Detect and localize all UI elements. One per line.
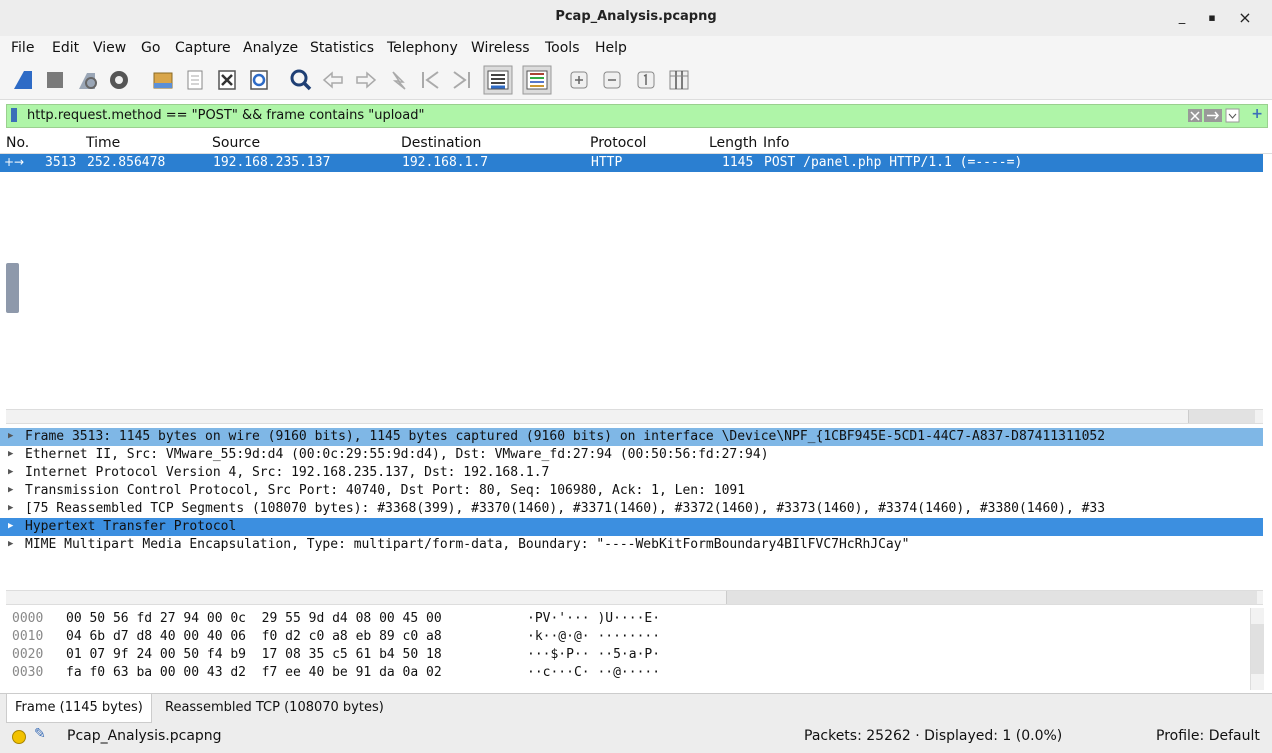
expand-arrow-icon[interactable]: ▶	[8, 485, 13, 495]
main-toolbar	[0, 61, 1272, 100]
menu-edit[interactable]: Edit	[52, 40, 79, 56]
expert-info-icon[interactable]	[12, 730, 26, 744]
normal-size-icon[interactable]	[633, 67, 659, 93]
menu-help[interactable]: Help	[595, 40, 627, 56]
packet-list-hscrollbar[interactable]	[6, 409, 1263, 424]
column-no[interactable]: No.	[6, 135, 29, 151]
add-filter-button-icon[interactable]: +	[1251, 106, 1263, 122]
go-last-packet-icon[interactable]	[449, 67, 475, 93]
go-to-packet-icon[interactable]	[385, 67, 411, 93]
packet-no: 3513	[45, 155, 77, 170]
menu-statistics[interactable]: Statistics	[310, 40, 374, 56]
status-bar: ✎ Pcap_Analysis.pcapng Packets: 25262 · …	[0, 723, 1272, 753]
zoom-in-icon[interactable]	[566, 67, 592, 93]
minimize-button[interactable]: _	[1172, 8, 1192, 28]
save-file-icon[interactable]	[182, 67, 208, 93]
expand-arrow-icon[interactable]: ▶	[8, 521, 13, 531]
maximize-button[interactable]: ▪	[1202, 8, 1222, 28]
zoom-out-icon[interactable]	[599, 67, 625, 93]
expand-arrow-icon[interactable]: ▶	[8, 503, 13, 513]
packet-list-header: No. Time Source Destination Protocol Len…	[0, 133, 1272, 154]
column-info[interactable]: Info	[763, 135, 790, 151]
scroll-thumb[interactable]	[726, 591, 1257, 604]
find-packet-icon[interactable]	[288, 67, 314, 93]
auto-scroll-icon[interactable]	[483, 65, 513, 95]
detail-frame[interactable]: ▶ Frame 3513: 1145 bytes on wire (9160 bi…	[0, 428, 1263, 446]
go-first-packet-icon[interactable]	[417, 67, 443, 93]
tab-reassembled-tcp[interactable]: Reassembled TCP (108070 bytes)	[157, 694, 392, 722]
colorize-icon[interactable]	[522, 65, 552, 95]
close-button[interactable]: ×	[1235, 8, 1255, 28]
menu-file[interactable]: File	[11, 40, 34, 56]
menu-go[interactable]: Go	[141, 40, 160, 56]
scroll-thumb[interactable]	[1188, 410, 1255, 423]
filter-bookmark-icon[interactable]	[11, 108, 17, 122]
details-hscrollbar[interactable]	[6, 590, 1263, 605]
close-file-icon[interactable]	[214, 67, 240, 93]
packet-info: POST /panel.php HTTP/1.1 (=----=)	[764, 155, 1023, 170]
hex-vscrollbar[interactable]	[1250, 608, 1264, 690]
menu-analyze[interactable]: Analyze	[243, 40, 298, 56]
column-length[interactable]: Length	[709, 135, 757, 151]
packet-length: 1145	[722, 155, 754, 170]
scroll-thumb[interactable]	[1251, 624, 1264, 674]
window-title: Pcap_Analysis.pcapng	[555, 9, 717, 24]
packet-destination: 192.168.1.7	[402, 155, 489, 170]
packet-details-pane: ▶ Frame 3513: 1145 bytes on wire (9160 bi…	[0, 428, 1263, 588]
packet-bytes-pane: 0000 00 50 56 fd 27 94 00 0c 29 55 9d d4 …	[12, 611, 661, 680]
detail-mime[interactable]: ▶ MIME Multipart Media Encapsulation, Typ…	[0, 536, 1263, 554]
detail-http[interactable]: ▶ Hypertext Transfer Protocol	[0, 518, 1263, 536]
menu-capture[interactable]: Capture	[175, 40, 231, 56]
column-protocol[interactable]: Protocol	[590, 135, 646, 151]
reload-file-icon[interactable]	[246, 67, 272, 93]
display-filter-input[interactable]: http.request.method == "POST" && frame c…	[27, 108, 424, 123]
related-packet-arrow-icon: +→	[4, 155, 25, 169]
window-titlebar: Pcap_Analysis.pcapng _ ▪ ×	[0, 0, 1272, 37]
detail-ethernet[interactable]: ▶ Ethernet II, Src: VMware_55:9d:d4 (00:0…	[0, 446, 1263, 464]
bytes-tab-bar: Frame (1145 bytes) Reassembled TCP (1080…	[0, 693, 1272, 724]
menu-telephony[interactable]: Telephony	[387, 40, 458, 56]
status-profile[interactable]: Profile: Default	[1156, 728, 1260, 744]
expand-arrow-icon[interactable]: ▶	[8, 467, 13, 477]
expand-arrow-icon[interactable]: ▶	[8, 449, 13, 459]
display-filter-bar: http.request.method == "POST" && frame c…	[6, 104, 1268, 128]
restart-capture-icon[interactable]	[75, 67, 101, 93]
packet-row-selected[interactable]: +→ 3513 252.856478 192.168.235.137 192.1…	[0, 154, 1263, 172]
expand-arrow-icon[interactable]: ▶	[8, 539, 13, 549]
column-time[interactable]: Time	[86, 135, 120, 151]
menu-bar: File Edit View Go Capture Analyze Statis…	[0, 36, 1272, 61]
expand-arrow-icon[interactable]: ▶	[8, 431, 13, 441]
packet-protocol: HTTP	[591, 155, 623, 170]
column-source[interactable]: Source	[212, 135, 260, 151]
stop-capture-icon[interactable]	[42, 67, 68, 93]
menu-wireless[interactable]: Wireless	[471, 40, 530, 56]
start-capture-icon[interactable]	[10, 67, 36, 93]
side-panel-handle[interactable]	[6, 263, 19, 313]
menu-tools[interactable]: Tools	[545, 40, 580, 56]
open-file-icon[interactable]	[150, 67, 176, 93]
menu-view[interactable]: View	[93, 40, 126, 56]
tab-frame-bytes[interactable]: Frame (1145 bytes)	[6, 694, 152, 723]
capture-options-icon[interactable]	[106, 67, 132, 93]
detail-reassembled[interactable]: ▶ [75 Reassembled TCP Segments (108070 by…	[0, 500, 1263, 518]
detail-ip[interactable]: ▶ Internet Protocol Version 4, Src: 192.1…	[0, 464, 1263, 482]
column-destination[interactable]: Destination	[401, 135, 481, 151]
filter-clear-apply-icons[interactable]	[1187, 108, 1241, 123]
go-back-icon[interactable]	[320, 67, 346, 93]
resize-columns-icon[interactable]	[666, 67, 692, 93]
status-file-name: Pcap_Analysis.pcapng	[67, 728, 222, 744]
go-forward-icon[interactable]	[353, 67, 379, 93]
detail-tcp[interactable]: ▶ Transmission Control Protocol, Src Port…	[0, 482, 1263, 500]
packet-time: 252.856478	[87, 155, 166, 170]
status-packet-count: Packets: 25262 · Displayed: 1 (0.0%)	[804, 728, 1063, 744]
packet-source: 192.168.235.137	[213, 155, 331, 170]
edit-comment-icon[interactable]: ✎	[34, 726, 46, 742]
